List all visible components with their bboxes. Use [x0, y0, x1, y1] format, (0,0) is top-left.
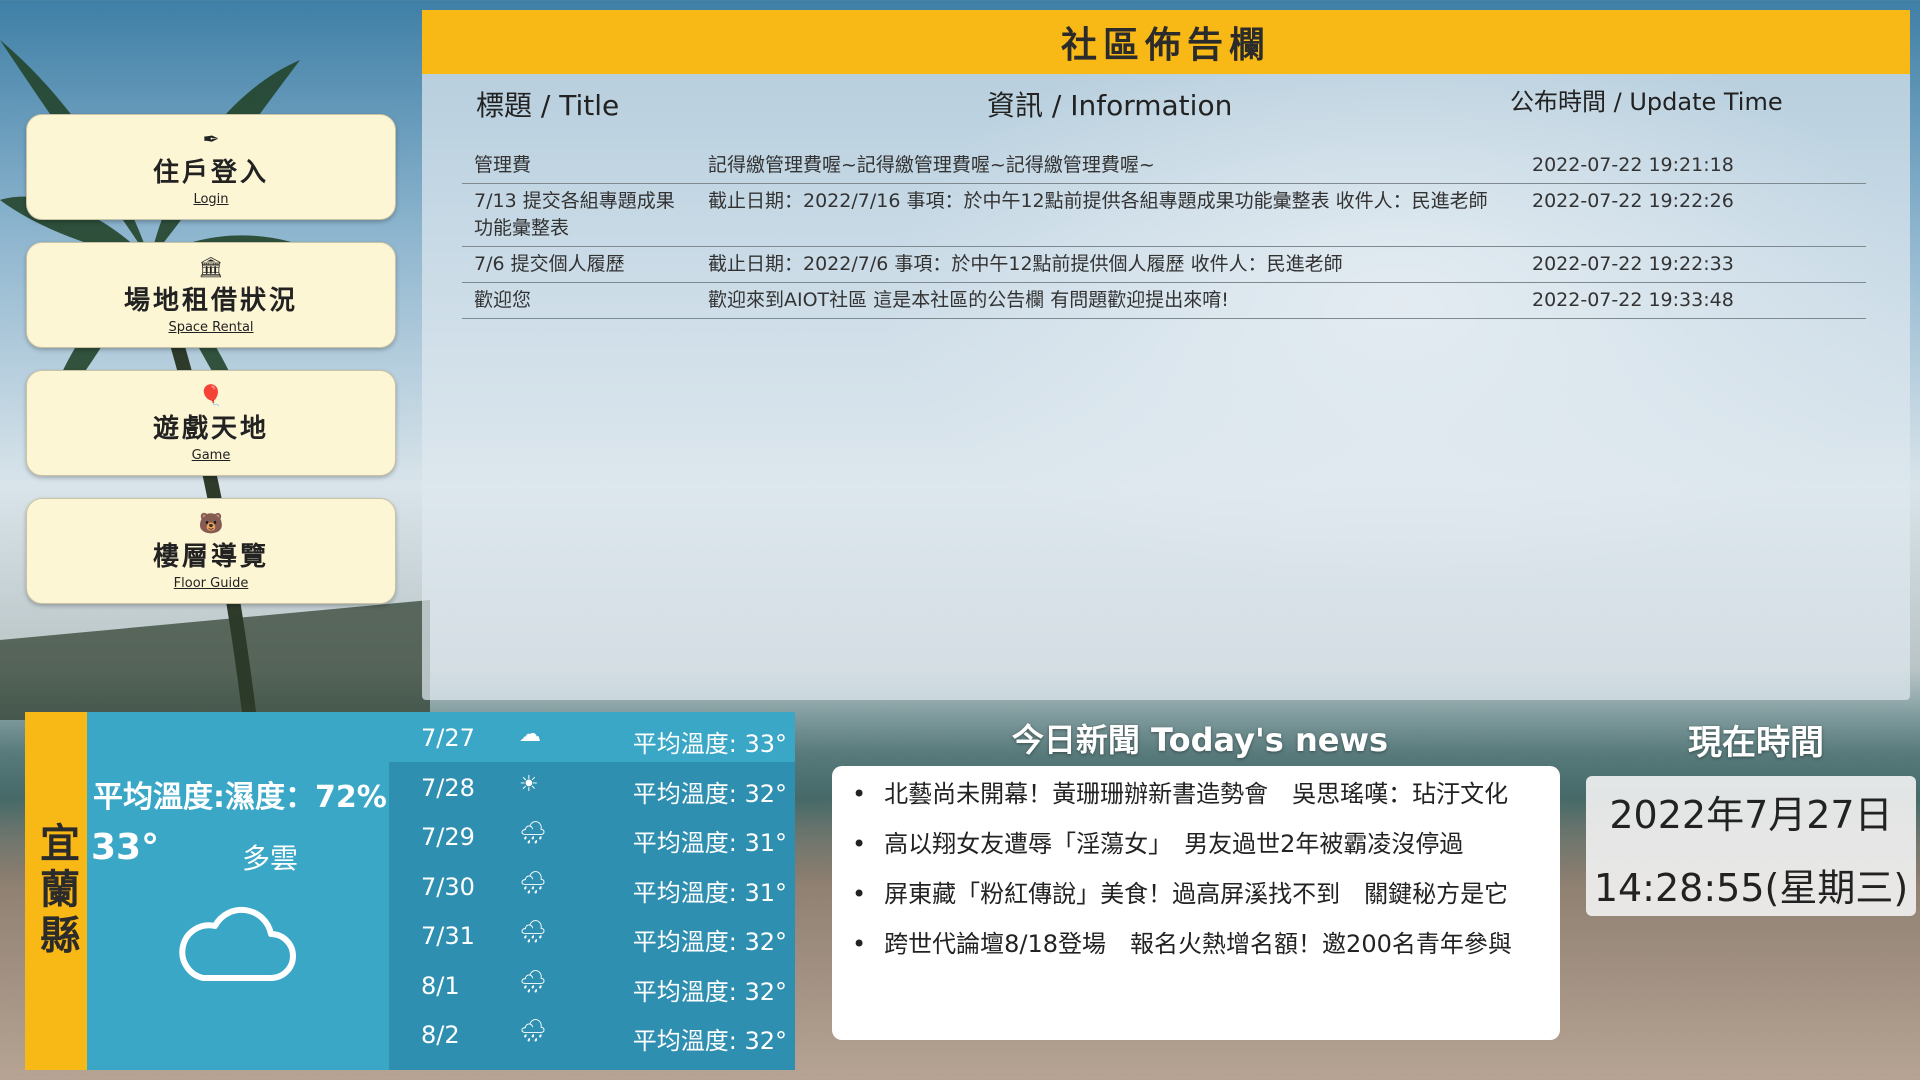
current-time: 14:28:55(星期三)	[1593, 866, 1909, 910]
row-time: 2022-07-22 19:21:18	[1520, 148, 1866, 184]
building-icon: 🏛	[198, 254, 224, 279]
rain-icon: 🌧	[519, 1019, 547, 1044]
floor-guide-button[interactable]: 🐻 樓層導覽 Floor Guide	[26, 498, 396, 604]
forecast-average-temp: 平均溫度: 33°	[632, 730, 787, 758]
forecast-date: 7/29	[421, 823, 475, 851]
weather-city: 宜蘭縣	[25, 712, 87, 1070]
row-info: 歡迎來到AIOT社區 這是本社區的公告欄 有問題歡迎提出來唷!	[696, 282, 1520, 319]
forecast-average-temp: 平均溫度: 32°	[632, 779, 787, 808]
row-time: 2022-07-22 19:33:48	[1520, 282, 1866, 319]
forecast-row: 7/28 ☀ 平均溫度: 32°	[389, 762, 795, 812]
menu-title: 遊戲天地	[152, 413, 269, 444]
space-rental-button[interactable]: 🏛 場地租借狀況 Space Rental	[26, 242, 396, 348]
news-item[interactable]: 北藝尚未開幕！黃珊珊辦新書造勢會 吳思瑤嘆：玷汙文化	[846, 776, 1530, 812]
menu-subtitle: Space Rental	[168, 319, 254, 335]
login-button[interactable]: ✒ 住戶登入 Login	[26, 114, 396, 220]
weather-forecast-list: 7/27 ☁ 平均溫度: 33° 7/28 ☀ 平均溫度: 32° 7/29 🌧…	[389, 712, 795, 1070]
forecast-date: 7/31	[421, 922, 475, 950]
bulletin-table: 管理費 記得繳管理費喔~記得繳管理費喔~記得繳管理費喔~ 2022-07-22 …	[462, 148, 1866, 319]
rain-icon: 🌧	[519, 969, 547, 995]
row-title: 7/13 提交各組專題成果功能彙整表	[462, 183, 696, 247]
bulletin-column-headers: 標題 / Title 資訊 / Information 公布時間 / Updat…	[422, 74, 1910, 136]
weather-condition: 多雲	[242, 842, 299, 875]
table-row[interactable]: 7/13 提交各組專題成果功能彙整表 截止日期：2022/7/16 事項：於中午…	[462, 183, 1866, 247]
news-list: 北藝尚未開幕！黃珊珊辦新書造勢會 吳思瑤嘆：玷汙文化 高以翔女友遭辱「淫蕩女」 …	[832, 766, 1560, 1040]
forecast-row: 7/31 🌧 平均溫度: 32°	[389, 910, 795, 960]
bulletin-board: 社區佈告欄 標題 / Title 資訊 / Information 公布時間 /…	[422, 10, 1910, 700]
cloud-icon: ☁	[519, 722, 541, 747]
menu-subtitle: Floor Guide	[173, 575, 249, 591]
forecast-date: 8/1	[421, 971, 460, 1000]
row-title: 7/6 提交個人履歷	[462, 246, 696, 283]
news-title: 今日新聞 Today's news	[1011, 721, 1389, 759]
row-info: 截止日期：2022/7/16 事項：於中午12點前提供各組專題成果功能彙整表 收…	[696, 183, 1520, 247]
news-item[interactable]: 屏東藏「粉紅傳說」美食！過高屏溪找不到 關鍵秘方是它	[846, 876, 1530, 912]
rain-icon: 🌧	[519, 920, 547, 945]
cloud-icon	[179, 906, 296, 981]
forecast-row: 7/27 ☁ 平均溫度: 33°	[389, 712, 795, 762]
column-update-time: 公布時間 / Update Time	[1510, 88, 1783, 116]
forecast-average-temp: 平均溫度: 31°	[632, 878, 787, 907]
forecast-row: 7/30 🌧 平均溫度: 31°	[389, 861, 795, 911]
clock-panel: 2022年7月27日 14:28:55(星期三)	[1586, 776, 1916, 916]
current-date: 2022年7月27日	[1609, 793, 1893, 837]
bulletin-title: 社區佈告欄	[422, 10, 1910, 74]
current-weather: 平均溫度:濕度：72% 33° 多雲	[87, 712, 389, 1070]
column-title: 標題 / Title	[476, 89, 620, 122]
menu-subtitle: Game	[191, 447, 231, 463]
humidity-label: 平均溫度:濕度：72%	[93, 780, 387, 815]
forecast-date: 7/27	[421, 724, 475, 752]
menu-title: 住戶登入	[152, 157, 269, 188]
feather-icon: ✒	[202, 126, 220, 151]
palm-tree-decoration	[0, 40, 430, 720]
forecast-date: 8/2	[421, 1021, 460, 1049]
table-row[interactable]: 管理費 記得繳管理費喔~記得繳管理費喔~記得繳管理費喔~ 2022-07-22 …	[462, 148, 1866, 184]
menu-title: 場地租借狀況	[123, 285, 298, 316]
clock-title: 現在時間	[1688, 723, 1824, 763]
forecast-date: 7/28	[421, 773, 475, 802]
forecast-average-temp: 平均溫度: 31°	[632, 829, 787, 857]
balloon-icon: 🎈	[198, 382, 224, 407]
table-row[interactable]: 7/6 提交個人履歷 截止日期：2022/7/6 事項：於中午12點前提供個人履…	[462, 246, 1866, 283]
forecast-row: 8/2 🌧 平均溫度: 32°	[389, 1009, 795, 1059]
news-item[interactable]: 跨世代論壇8/18登場 報名火熱增名額！邀200名青年參與	[846, 926, 1530, 962]
forecast-date: 7/30	[421, 872, 475, 901]
bear-icon: 🐻	[198, 510, 224, 535]
current-temperature: 33°	[91, 827, 160, 868]
forecast-average-temp: 平均溫度: 32°	[632, 1027, 787, 1055]
forecast-average-temp: 平均溫度: 32°	[632, 977, 787, 1006]
menu-title: 樓層導覽	[152, 541, 269, 572]
table-row[interactable]: 歡迎您 歡迎來到AIOT社區 這是本社區的公告欄 有問題歡迎提出來唷! 2022…	[462, 282, 1866, 319]
row-info: 截止日期：2022/7/6 事項：於中午12點前提供個人履歷 收件人：民進老師	[696, 246, 1520, 283]
row-title: 管理費	[462, 148, 696, 184]
forecast-row: 7/29 🌧 平均溫度: 31°	[389, 811, 795, 861]
game-button[interactable]: 🎈 遊戲天地 Game	[26, 370, 396, 476]
rain-icon: 🌧	[519, 870, 547, 896]
row-time: 2022-07-22 19:22:26	[1520, 183, 1866, 247]
column-information: 資訊 / Information	[987, 89, 1233, 122]
forecast-row: 8/1 🌧 平均溫度: 32°	[389, 960, 795, 1010]
sun-icon: ☀	[519, 771, 539, 797]
row-title: 歡迎您	[462, 282, 696, 319]
row-info: 記得繳管理費喔~記得繳管理費喔~記得繳管理費喔~	[696, 148, 1520, 184]
forecast-average-temp: 平均溫度: 32°	[632, 928, 787, 956]
row-time: 2022-07-22 19:22:33	[1520, 246, 1866, 283]
news-item[interactable]: 高以翔女友遭辱「淫蕩女」 男友過世2年被霸凌沒停過	[846, 826, 1530, 862]
rain-icon: 🌧	[519, 821, 547, 846]
menu-subtitle: Login	[193, 191, 229, 207]
